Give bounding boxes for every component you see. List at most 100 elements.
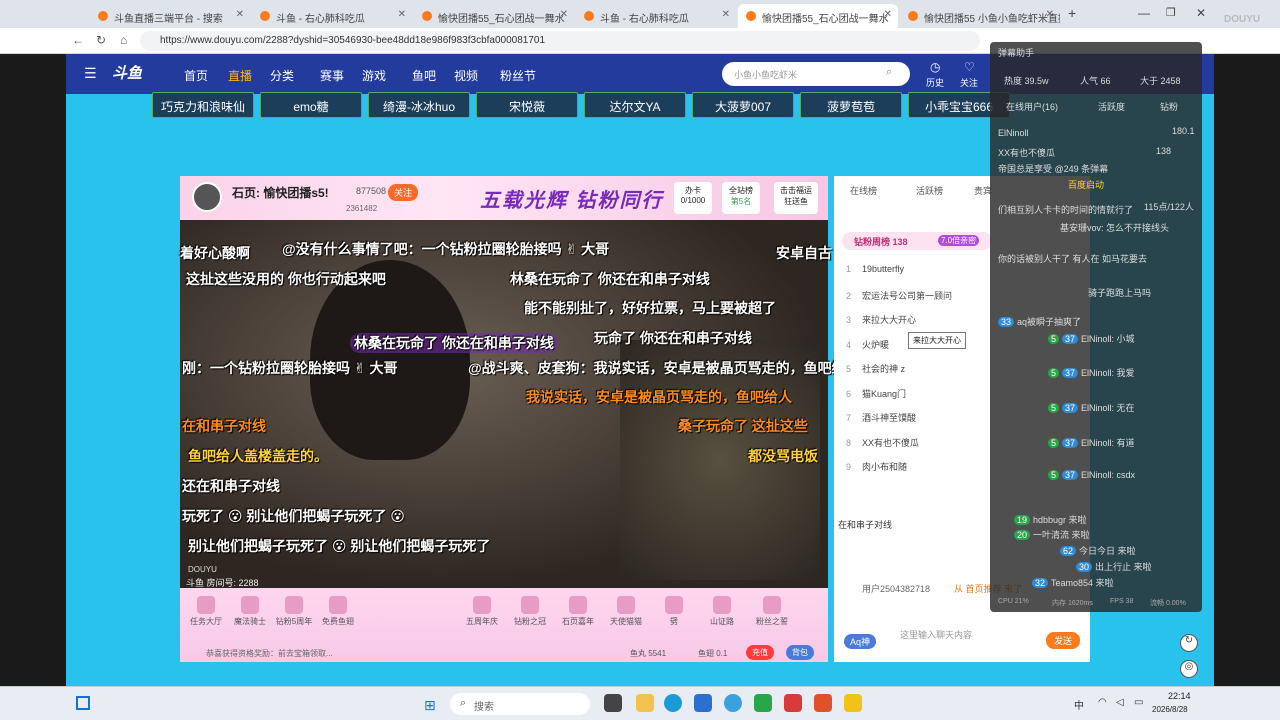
clock-date[interactable]: 2026/8/28 xyxy=(1152,705,1188,714)
clock-time[interactable]: 22:14 xyxy=(1168,691,1191,701)
anchor-name[interactable]: 绮漫-冰冰huo xyxy=(368,92,470,118)
tab-online-rank[interactable]: 在线榜 xyxy=(850,184,877,197)
rank-row[interactable]: 4 火炉暖 xyxy=(846,338,889,351)
nav-live[interactable]: 直播 xyxy=(228,67,252,84)
anchor-name[interactable]: 大菠萝007 xyxy=(692,92,794,118)
nav-home[interactable]: 首页 xyxy=(184,67,208,84)
rank-row[interactable]: 6 猫Kuang门 xyxy=(846,387,906,400)
anchor-name[interactable]: emo糖 xyxy=(260,92,362,118)
widgets-icon[interactable] xyxy=(76,696,90,710)
chat-input[interactable]: 这里输入聊天内容 xyxy=(900,628,972,641)
home-icon[interactable]: ⌂ xyxy=(120,33,127,47)
assistant-link[interactable]: 百度启动 xyxy=(1068,178,1104,191)
rank-row[interactable]: 2 宏运法号公司第一顾问 xyxy=(846,289,952,302)
close-icon[interactable]: ✕ xyxy=(722,9,730,20)
anchor-name[interactable]: 菠萝苞苞 xyxy=(800,92,902,118)
bag-button[interactable]: 背包 xyxy=(786,645,814,660)
minimize-icon[interactable]: — xyxy=(1138,6,1150,20)
tab-active-rank[interactable]: 活跃榜 xyxy=(916,184,943,197)
search-icon[interactable]: ⌕ xyxy=(886,66,892,79)
close-icon[interactable]: ✕ xyxy=(398,9,406,20)
url-field[interactable]: https://www.douyu.com/2288?dyshid=305469… xyxy=(140,31,980,51)
identity-tag[interactable]: Aq神 xyxy=(844,634,877,649)
gift-item[interactable]: 天使猫猫 xyxy=(604,596,648,627)
wps-icon[interactable] xyxy=(784,694,802,712)
browser-tab[interactable]: 愉快团播55 小鱼小鱼吃虾米直播 ✕ xyxy=(900,4,1060,28)
edge-icon[interactable] xyxy=(664,694,682,712)
anchor-name[interactable]: 达尔文YA xyxy=(584,92,686,118)
gift-item[interactable]: 免费鱼翅 xyxy=(316,596,360,627)
tab-activity[interactable]: 活跃度 xyxy=(1098,100,1125,113)
task-view-icon[interactable] xyxy=(604,694,622,712)
nav-games[interactable]: 游戏 xyxy=(362,67,386,84)
wifi-icon[interactable]: ◠ xyxy=(1098,697,1107,708)
close-icon[interactable]: ✕ xyxy=(1046,9,1054,20)
refresh-icon[interactable]: ↻ xyxy=(1180,634,1198,652)
target-icon[interactable]: ◎ xyxy=(1180,660,1198,678)
app-icon[interactable] xyxy=(694,694,712,712)
assistant-user[interactable]: ElNinoll xyxy=(998,128,1029,138)
volume-icon[interactable]: ◁ xyxy=(1116,697,1124,708)
nav-video[interactable]: 视频 xyxy=(454,67,478,84)
browser-tab[interactable]: 斗鱼 - 右心肺科吃瓜 ✕ xyxy=(576,4,736,28)
nav-fan-festival[interactable]: 粉丝节 xyxy=(500,67,536,84)
recharge-button[interactable]: 充值 xyxy=(746,645,774,660)
history-label[interactable]: 历史 xyxy=(926,76,944,89)
restore-icon[interactable]: ❐ xyxy=(1166,6,1176,19)
app-icon[interactable] xyxy=(754,694,772,712)
browser-tab-active[interactable]: 愉快团播55_石心团战一舞水 ✕ xyxy=(738,4,898,28)
gift-item[interactable]: 石页嘉年 xyxy=(556,596,600,627)
rank-row[interactable]: 8 XX有也不傻瓜 xyxy=(846,436,919,449)
app-icon[interactable] xyxy=(724,694,742,712)
windows-start-icon[interactable]: ⊞ xyxy=(424,697,436,714)
gift-item[interactable]: 任务大厅 xyxy=(184,596,228,627)
gift-item[interactable]: 山证路 xyxy=(700,596,744,627)
app-icon[interactable] xyxy=(814,694,832,712)
gift-item[interactable]: 魔法骑士 xyxy=(228,596,272,627)
browser-tab[interactable]: 斗鱼直播三端平台 - 搜索 ✕ xyxy=(90,4,250,28)
menu-icon[interactable]: ☰ xyxy=(84,65,97,82)
reload-icon[interactable]: ↻ xyxy=(96,33,106,47)
file-explorer-icon[interactable] xyxy=(636,694,654,712)
new-tab-icon[interactable]: + xyxy=(1068,5,1076,21)
douyu-icon[interactable] xyxy=(844,694,862,712)
card-box[interactable]: 办卡 0/1000 xyxy=(674,182,712,214)
nav-category[interactable]: 分类 xyxy=(270,67,294,84)
nav-yuba[interactable]: 鱼吧 xyxy=(412,67,436,84)
rank-box[interactable]: 全站榜 第5名 xyxy=(722,182,760,214)
back-icon[interactable]: ← xyxy=(72,33,84,47)
anchor-name[interactable]: 宋悦薇 xyxy=(476,92,578,118)
ime-indicator[interactable]: 中 xyxy=(1074,697,1084,712)
follow-button[interactable]: 关注 xyxy=(388,184,419,201)
close-icon[interactable]: ✕ xyxy=(236,9,244,20)
diamond-rank-bar[interactable]: 钻粉周榜 138 7.0倍亲密 xyxy=(842,232,992,250)
rank-row[interactable]: 3 来拉大大开心 xyxy=(846,313,916,326)
search-input[interactable]: 小鱼小鱼吃虾米 xyxy=(722,62,910,86)
send-button[interactable]: 发送 xyxy=(1046,632,1081,649)
browser-tab[interactable]: 愉快团播55_石心团战一舞水 ✕ xyxy=(414,4,574,28)
anchor-name[interactable]: 巧克力和浪味仙 xyxy=(152,92,254,118)
rank-row[interactable]: 7 酒斗神至馍酸 xyxy=(846,411,916,424)
close-icon[interactable]: ✕ xyxy=(884,9,892,20)
window-close-icon[interactable]: ✕ xyxy=(1196,6,1206,20)
avatar[interactable] xyxy=(192,182,222,212)
follow-label[interactable]: 关注 xyxy=(960,76,978,89)
browser-tab[interactable]: 斗鱼 - 右心肺科吃瓜 ✕ xyxy=(252,4,412,28)
taskbar-search[interactable]: 搜索 xyxy=(450,693,590,715)
tab-diamond[interactable]: 钻粉 xyxy=(1160,100,1178,113)
rank-row[interactable]: 1 19butterfly xyxy=(846,264,904,274)
gift-item[interactable]: 粉丝之誓 xyxy=(750,596,794,627)
tab-online-users[interactable]: 在线用户(16) xyxy=(1006,100,1058,113)
rank-row[interactable]: 5 社会的神 z xyxy=(846,362,905,375)
follow-icon[interactable]: ♡ xyxy=(964,60,975,74)
nav-events[interactable]: 赛事 xyxy=(320,67,344,84)
gift-item[interactable]: 劈 xyxy=(652,596,696,627)
chat-user[interactable]: 用户2504382718 xyxy=(862,582,930,595)
close-icon[interactable]: ✕ xyxy=(560,9,568,20)
battery-icon[interactable]: ▭ xyxy=(1134,697,1143,708)
lucky-box[interactable]: 击击福运 狂送鱼 xyxy=(774,182,818,214)
gift-item[interactable]: 五周年庆 xyxy=(460,596,504,627)
gift-item[interactable]: 钻粉之冠 xyxy=(508,596,552,627)
gift-item[interactable]: 钻粉5周年 xyxy=(272,596,316,627)
rank-row[interactable]: 9 肉小布和随 xyxy=(846,460,907,473)
